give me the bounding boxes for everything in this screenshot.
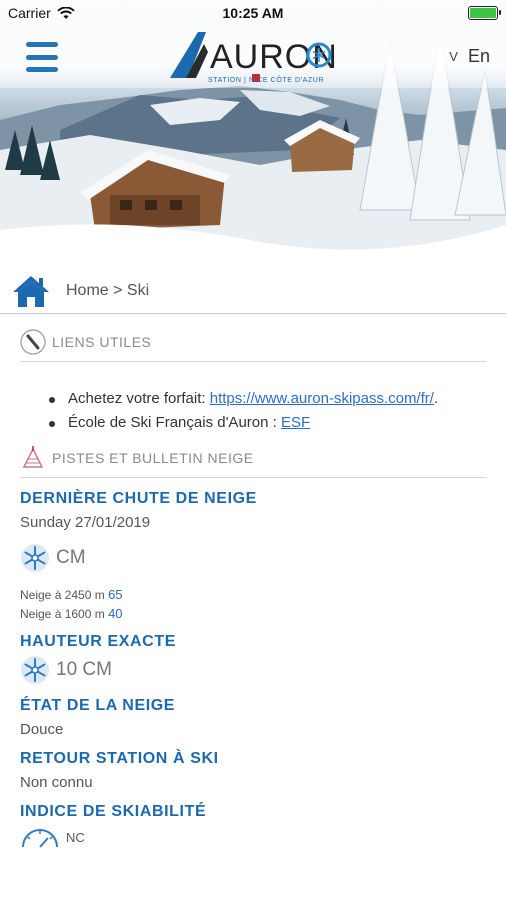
snowflake-icon xyxy=(21,656,49,684)
last-snowfall-date: Sunday 27/01/2019 xyxy=(20,514,151,531)
skipass-link[interactable]: https://www.auron-skipass.com/fr/ xyxy=(210,390,434,407)
carrier-label: Carrier xyxy=(8,5,51,21)
useful-links-header: LIENS UTILES xyxy=(20,322,486,362)
status-time: 10:25 AM xyxy=(222,5,284,21)
battery-level xyxy=(470,8,496,18)
chevron-down-icon: V xyxy=(449,49,458,64)
snow-state-value: Douce xyxy=(20,721,64,738)
last-snowfall-label: DERNIÈRE CHUTE DE NEIGE xyxy=(20,490,257,507)
link-suffix: . xyxy=(433,390,439,407)
language-selector[interactable]: V En xyxy=(449,46,490,67)
snow-state-label: ÉTAT DE LA NEIGE xyxy=(20,697,176,714)
battery-icon xyxy=(468,6,501,20)
exact-height-label: HAUTEUR EXACTE xyxy=(20,633,176,650)
gauge-icon xyxy=(22,829,58,848)
list-item: Achetez votre forfait: https://www.auron… xyxy=(49,388,486,410)
snow-report-header: PISTES ET BULLETIN NEIGE xyxy=(20,438,486,478)
snow-depth-line: Neige à 1600 m 40 xyxy=(20,606,486,621)
exact-height-row: 10 CM xyxy=(20,655,486,685)
exact-height-value: 10 CM xyxy=(56,659,112,680)
home-icon[interactable] xyxy=(12,274,50,308)
last-snowfall-amount-row: CM xyxy=(20,543,486,573)
last-snowfall-amount: CM xyxy=(56,547,86,568)
breadcrumb: Home > Ski xyxy=(0,268,506,314)
main-content: LIENS UTILES Achetez votre forfait: http… xyxy=(20,322,486,849)
useful-links-list: Achetez votre forfait: https://www.auron… xyxy=(20,388,486,434)
menu-line-icon xyxy=(26,42,58,47)
language-label: En xyxy=(467,46,490,66)
status-bar: Carrier 10:25 AM xyxy=(0,0,506,26)
snow-depth-value: 65 xyxy=(108,587,123,602)
breadcrumb-path[interactable]: Home > Ski xyxy=(66,282,149,300)
logo-subtitle: STATION | NICE CÔTE D'AZUR xyxy=(208,75,324,84)
menu-line-icon xyxy=(26,54,58,60)
list-item: École de Ski Français d'Auron : ESF xyxy=(49,412,486,434)
snow-depth-line: Neige à 2450 m 65 xyxy=(20,587,486,602)
snowflake-icon xyxy=(21,544,49,572)
auron-logo[interactable]: AURON STATION | NICE CÔTE D'AZUR xyxy=(168,28,348,86)
link-prefix: Achetez votre forfait: xyxy=(68,390,210,407)
link-prefix: École de Ski Français d'Auron : xyxy=(68,414,281,431)
snow-depth-label: Neige à 1600 m xyxy=(20,607,105,621)
slope-icon xyxy=(22,445,44,468)
status-left: Carrier xyxy=(8,5,75,21)
wifi-icon xyxy=(57,6,75,19)
esf-link[interactable]: ESF xyxy=(281,414,310,431)
ski-icon xyxy=(20,328,46,355)
useful-links-title: LIENS UTILES xyxy=(52,333,152,350)
snow-report-title: PISTES ET BULLETIN NEIGE xyxy=(52,449,254,466)
snow-depth-label: Neige à 2450 m xyxy=(20,588,105,602)
hamburger-menu-button[interactable] xyxy=(26,42,58,72)
return-station-value: Non connu xyxy=(20,774,93,791)
skiability-row: NC xyxy=(20,825,486,849)
skiability-label: INDICE DE SKIABILITÉ xyxy=(20,803,207,820)
snow-depth-value: 40 xyxy=(108,606,123,621)
skiability-value: NC xyxy=(66,829,85,845)
return-station-label: RETOUR STATION À SKI xyxy=(20,750,219,767)
menu-line-icon xyxy=(26,67,58,72)
